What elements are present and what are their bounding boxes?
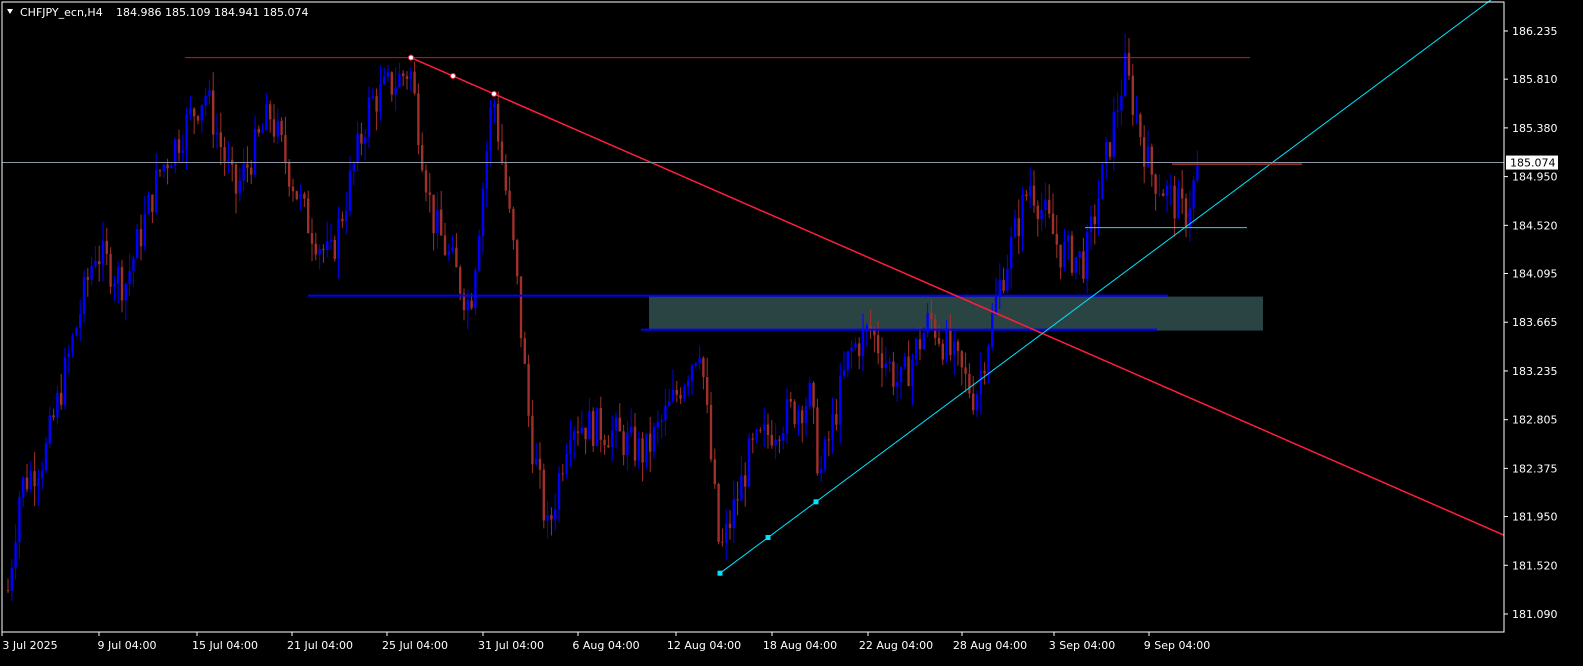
y-tick-label: 184.520 bbox=[1512, 219, 1558, 232]
x-tick-label: 28 Aug 04:00 bbox=[953, 639, 1027, 652]
y-tick-label: 181.950 bbox=[1512, 511, 1558, 524]
chart-window[interactable]: 186.235 185.810 185.380 184.950 184.520 184.0… bbox=[0, 0, 1583, 662]
x-tick-label: 22 Aug 04:00 bbox=[859, 639, 933, 652]
x-tick-label: 31 Jul 04:00 bbox=[478, 639, 544, 652]
candle bbox=[747, 433, 751, 488]
candle bbox=[1070, 231, 1074, 276]
current-price-label: 185.074 bbox=[1510, 157, 1556, 170]
y-tick-label: 182.375 bbox=[1512, 462, 1558, 475]
candle bbox=[592, 407, 595, 452]
x-tick-label: 21 Jul 04:00 bbox=[287, 639, 353, 652]
y-tick-label: 185.380 bbox=[1512, 122, 1558, 135]
x-tick-label: 15 Jul 04:00 bbox=[192, 639, 258, 652]
candle bbox=[417, 83, 420, 155]
header-symbol: CHFJPY_ecn,H4 bbox=[20, 6, 103, 19]
x-tick-label: 9 Sep 04:00 bbox=[1144, 639, 1210, 652]
candle bbox=[519, 276, 523, 348]
header-ohlc: 184.986 185.109 184.941 185.074 bbox=[116, 6, 308, 19]
trendline-handle[interactable] bbox=[450, 72, 456, 79]
x-tick-label: 25 Jul 04:00 bbox=[382, 639, 448, 652]
trendline-handle[interactable] bbox=[717, 570, 723, 576]
y-tick-label: 186.235 bbox=[1512, 25, 1558, 38]
price-chart[interactable]: 186.235 185.810 185.380 184.950 184.520 184.0… bbox=[0, 0, 1583, 662]
candle bbox=[474, 267, 477, 315]
candle bbox=[1101, 163, 1104, 200]
x-tick-label: 6 Aug 04:00 bbox=[572, 639, 639, 652]
y-tick-label: 183.235 bbox=[1512, 365, 1558, 378]
candle bbox=[542, 463, 545, 529]
candle bbox=[295, 190, 298, 201]
candle bbox=[823, 436, 827, 473]
candle bbox=[147, 191, 150, 215]
trendline-handle[interactable] bbox=[491, 90, 497, 97]
candle bbox=[793, 399, 796, 428]
candle bbox=[816, 398, 819, 476]
trendline-handle[interactable] bbox=[765, 535, 771, 541]
x-tick-label: 18 Aug 04:00 bbox=[763, 639, 837, 652]
y-tick-label: 185.810 bbox=[1512, 73, 1558, 86]
trendline-handle[interactable] bbox=[408, 54, 414, 61]
y-tick-label: 181.090 bbox=[1512, 608, 1558, 621]
y-tick-label: 183.665 bbox=[1512, 316, 1558, 329]
candle bbox=[717, 482, 720, 545]
y-tick-label: 184.095 bbox=[1512, 267, 1558, 280]
y-tick-label: 184.950 bbox=[1512, 171, 1558, 184]
chart-background bbox=[0, 0, 1583, 662]
y-tick-label: 181.520 bbox=[1512, 559, 1558, 572]
trendline-handle[interactable] bbox=[813, 499, 819, 505]
candle bbox=[808, 378, 811, 410]
candle bbox=[595, 407, 599, 447]
x-tick-label: 12 Aug 04:00 bbox=[667, 639, 741, 652]
y-tick-label: 182.805 bbox=[1512, 414, 1558, 427]
x-tick-label: 3 Sep 04:00 bbox=[1049, 639, 1115, 652]
x-tick-label: 9 Jul 04:00 bbox=[98, 639, 157, 652]
x-tick-label: 3 Jul 2025 bbox=[2, 639, 57, 652]
demand-zone[interactable] bbox=[649, 296, 1263, 331]
